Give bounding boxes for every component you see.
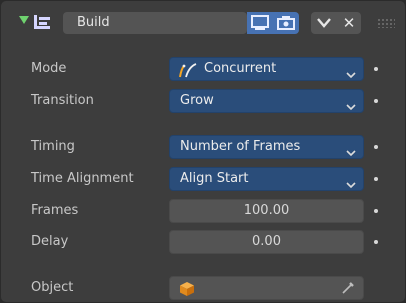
keyframe-dot[interactable] bbox=[374, 209, 378, 213]
apply-menu-button[interactable] bbox=[311, 12, 337, 34]
transition-dropdown[interactable]: Grow bbox=[169, 89, 364, 113]
timing-value: Number of Frames bbox=[180, 139, 301, 154]
timing-row: Timing Number of Frames bbox=[1, 135, 405, 159]
triangle-down-icon[interactable] bbox=[19, 16, 29, 24]
object-row: Object bbox=[1, 276, 405, 300]
grease-pencil-stroke-icon bbox=[178, 62, 198, 86]
viewport-toggle-button[interactable] bbox=[247, 12, 273, 34]
close-button[interactable]: ✕ bbox=[337, 12, 361, 34]
keyframe-dot[interactable] bbox=[374, 67, 378, 71]
timing-label: Timing bbox=[31, 139, 75, 154]
chevron-down-icon bbox=[346, 65, 356, 87]
build-modifier-icon bbox=[34, 15, 50, 29]
object-label: Object bbox=[31, 280, 74, 295]
chevron-down-icon bbox=[346, 97, 356, 119]
keyframe-dot[interactable] bbox=[374, 177, 378, 181]
modifier-name-field[interactable]: Build bbox=[63, 12, 247, 34]
frames-row: Frames 100.00 bbox=[1, 199, 405, 223]
object-picker-field[interactable] bbox=[169, 276, 364, 300]
render-toggle-button[interactable] bbox=[273, 12, 299, 34]
eyedropper-icon[interactable] bbox=[341, 281, 355, 299]
timing-dropdown[interactable]: Number of Frames bbox=[169, 135, 364, 159]
chevron-down-icon bbox=[346, 175, 356, 197]
time-alignment-label: Time Alignment bbox=[31, 171, 134, 186]
mode-row: Mode Concurrent bbox=[1, 57, 405, 81]
delay-field[interactable]: 0.00 bbox=[169, 230, 364, 254]
modifier-header: Build ✕ bbox=[7, 7, 401, 37]
mode-label: Mode bbox=[31, 61, 67, 76]
keyframe-dot[interactable] bbox=[374, 99, 378, 103]
transition-row: Transition Grow bbox=[1, 89, 405, 113]
cube-icon bbox=[179, 281, 195, 301]
mode-dropdown[interactable]: Concurrent bbox=[169, 57, 364, 81]
time-alignment-value: Align Start bbox=[180, 171, 249, 186]
keyframe-dot[interactable] bbox=[374, 240, 378, 244]
time-alignment-dropdown[interactable]: Align Start bbox=[169, 167, 364, 191]
frames-field[interactable]: 100.00 bbox=[169, 199, 364, 223]
drag-grip-icon[interactable] bbox=[377, 18, 395, 28]
delay-row: Delay 0.00 bbox=[1, 230, 405, 254]
transition-label: Transition bbox=[31, 93, 94, 108]
frames-label: Frames bbox=[31, 203, 79, 218]
chevron-down-icon bbox=[346, 143, 356, 165]
time-alignment-row: Time Alignment Align Start bbox=[1, 167, 405, 191]
delay-label: Delay bbox=[31, 234, 69, 249]
mode-value: Concurrent bbox=[204, 61, 277, 76]
build-modifier-panel: Build ✕ Mode Concurrent Transition Grow … bbox=[0, 0, 406, 303]
transition-value: Grow bbox=[180, 93, 214, 108]
keyframe-dot[interactable] bbox=[374, 145, 378, 149]
